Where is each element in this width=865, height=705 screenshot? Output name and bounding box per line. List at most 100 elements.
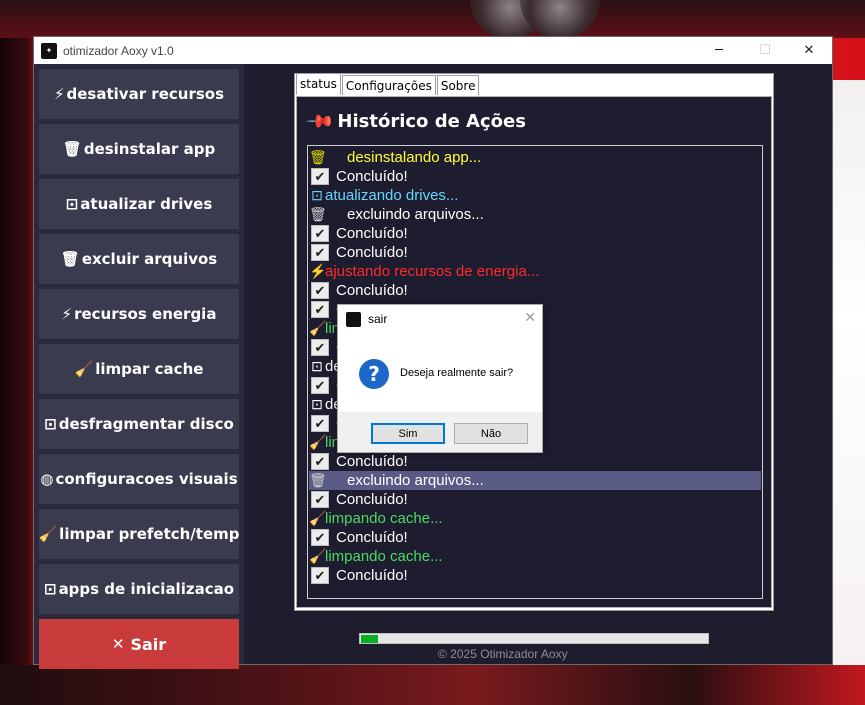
log-line-text: Concluído! [336, 453, 408, 470]
close-icon[interactable]: ✕ [786, 37, 832, 64]
dialog-message: Deseja realmente sair? [400, 367, 514, 379]
title-bar[interactable]: ✦ otimizador Aoxy v1.0 ─ ☐ ✕ [34, 37, 832, 64]
log-line[interactable]: ✔ Concluído! [309, 528, 761, 547]
checkmark-icon: ✔ [311, 244, 329, 261]
broom-icon: 🧹 [74, 360, 94, 378]
sidebar-button-label: configuracoes visuais [55, 470, 238, 488]
trash-icon: 🗑 [62, 140, 82, 158]
log-line-text: limpando cache... [325, 510, 443, 527]
sidebar-button-label: desfragmentar disco [58, 415, 234, 433]
wallpaper-top-art [0, 0, 865, 38]
checkmark-icon: ✔ [311, 339, 329, 356]
log-line[interactable]: ✔ Concluído! [309, 490, 761, 509]
yes-button[interactable]: Sim [371, 423, 445, 444]
log-line[interactable]: 🗑 excluindo arquivos... [309, 471, 761, 490]
sidebar-button-label: desinstalar app [83, 140, 216, 158]
log-line-text: Concluído! [336, 529, 408, 546]
sidebar: ⚡ desativar recursos 🗑 desinstalar app ⊡ atua… [34, 64, 244, 669]
palette-icon: ◍ [40, 470, 54, 488]
exit-confirm-dialog: sair ✕ ? Deseja realmente sair? Sim Não [337, 304, 543, 453]
sidebar-button-label: recursos energia [74, 305, 217, 323]
sidebar-button-label: apps de inicializacao [58, 580, 235, 598]
progress-fill [361, 635, 378, 643]
log-line[interactable]: 🗑 desinstalando app... [309, 148, 761, 167]
log-line-text: excluindo arquivos... [347, 472, 484, 489]
log-line[interactable]: ✔ Concluído! [309, 243, 761, 262]
checkmark-icon: ✔ [311, 415, 329, 432]
question-icon: ? [359, 359, 389, 389]
tab-1[interactable]: status [296, 73, 341, 95]
log-line-text: Concluído! [336, 282, 408, 299]
sidebar-button-4[interactable]: 🗑 excluir arquivos [39, 234, 239, 284]
log-line-text: Concluído! [336, 567, 408, 584]
dialog-title-bar[interactable]: sair ✕ [338, 305, 542, 333]
window-title: otimizador Aoxy v1.0 [63, 43, 174, 58]
log-line[interactable]: ⚡ ajustando recursos de energia... [309, 262, 761, 281]
no-button[interactable]: Não [454, 423, 528, 444]
log-line[interactable]: ✔ Concluído! [309, 281, 761, 300]
broom-icon: 🧹 [309, 510, 327, 526]
disk-icon: ⊡ [311, 358, 323, 374]
trash-icon: 🗑 [309, 206, 327, 222]
checkmark-icon: ✔ [311, 567, 329, 584]
sidebar-button-2[interactable]: 🗑 desinstalar app [39, 124, 239, 174]
log-line-text: desinstalando app... [347, 149, 482, 166]
sidebar-button-8[interactable]: ◍ configuracoes visuais [39, 454, 239, 504]
log-line[interactable]: ✔ Concluído! [309, 224, 761, 243]
sidebar-button-label: limpar cache [95, 360, 204, 378]
disk-icon: ⊡ [44, 415, 57, 433]
log-line[interactable]: ✔ Concluído! [309, 566, 761, 585]
sidebar-button-1[interactable]: ⚡ desativar recursos [39, 69, 239, 119]
checkmark-icon: ✔ [311, 168, 329, 185]
log-line-text: Concluído! [336, 225, 408, 242]
x-icon: ✕ [111, 635, 125, 653]
log-line[interactable]: 🗑 excluindo arquivos... [309, 205, 761, 224]
wallpaper-bottom-art [0, 665, 865, 705]
sidebar-button-3[interactable]: ⊡ atualizar drives [39, 179, 239, 229]
checkmark-icon: ✔ [311, 529, 329, 546]
trash-icon: 🗑 [309, 149, 327, 165]
log-line[interactable]: ✔ Concluído! [309, 167, 761, 186]
log-line-text: atualizando drives... [325, 187, 459, 204]
log-line-text: Concluído! [336, 491, 408, 508]
sidebar-button-7[interactable]: ⊡ desfragmentar disco [39, 399, 239, 449]
drive-icon: ⊡ [311, 187, 323, 203]
history-title: 📌 Histórico de Ações [305, 106, 526, 137]
log-line-text: Concluído! [336, 168, 408, 185]
close-icon[interactable]: ✕ [524, 310, 536, 326]
log-line[interactable]: ⊡ atualizando drives... [309, 186, 761, 205]
startup-icon: ⊡ [43, 580, 57, 598]
checkmark-icon: ✔ [311, 453, 329, 470]
checkmark-icon: ✔ [311, 282, 329, 299]
sidebar-button-label: desativar recursos [66, 85, 225, 103]
sidebar-button-10[interactable]: ⊡ apps de inicializacao [39, 564, 239, 614]
tab-3[interactable]: Sobre [436, 75, 480, 95]
lightning-icon: ⚡ [309, 263, 327, 279]
log-line-text: Concluído! [336, 244, 408, 261]
tab-2[interactable]: Configurações [341, 75, 436, 95]
trash-icon: 🗑 [60, 250, 80, 268]
trash-icon: 🗑 [309, 472, 327, 488]
lightning-icon: ⚡ [53, 85, 65, 103]
checkmark-icon: ✔ [311, 377, 329, 394]
sidebar-button-6[interactable]: 🧹 limpar cache [39, 344, 239, 394]
broom-icon: 🧹 [309, 548, 327, 564]
lightning-icon: ⚡ [61, 305, 73, 323]
sidebar-button-5[interactable]: ⚡ recursos energia [39, 289, 239, 339]
log-line[interactable]: ✔ Concluído! [309, 452, 761, 471]
sidebar-button-9[interactable]: 🧹 limpar prefetch/temp [38, 509, 240, 559]
minimize-icon[interactable]: ─ [696, 37, 742, 64]
app-icon [346, 311, 361, 327]
disk-icon: ⊡ [311, 396, 323, 412]
app-icon: ✦ [41, 42, 57, 59]
maximize-icon[interactable]: ☐ [742, 37, 788, 64]
broom-icon: 🧹 [38, 525, 58, 543]
checkmark-icon: ✔ [311, 491, 329, 508]
exit-button[interactable]: ✕ Sair [39, 619, 239, 669]
drive-icon: ⊡ [65, 195, 79, 213]
log-line-text: ajustando recursos de energia... [325, 263, 540, 280]
sidebar-button-label: excluir arquivos [81, 250, 218, 268]
log-line[interactable]: 🧹 limpando cache... [309, 547, 761, 566]
log-line[interactable]: 🧹 limpando cache... [309, 509, 761, 528]
dialog-title: sair [368, 312, 388, 326]
